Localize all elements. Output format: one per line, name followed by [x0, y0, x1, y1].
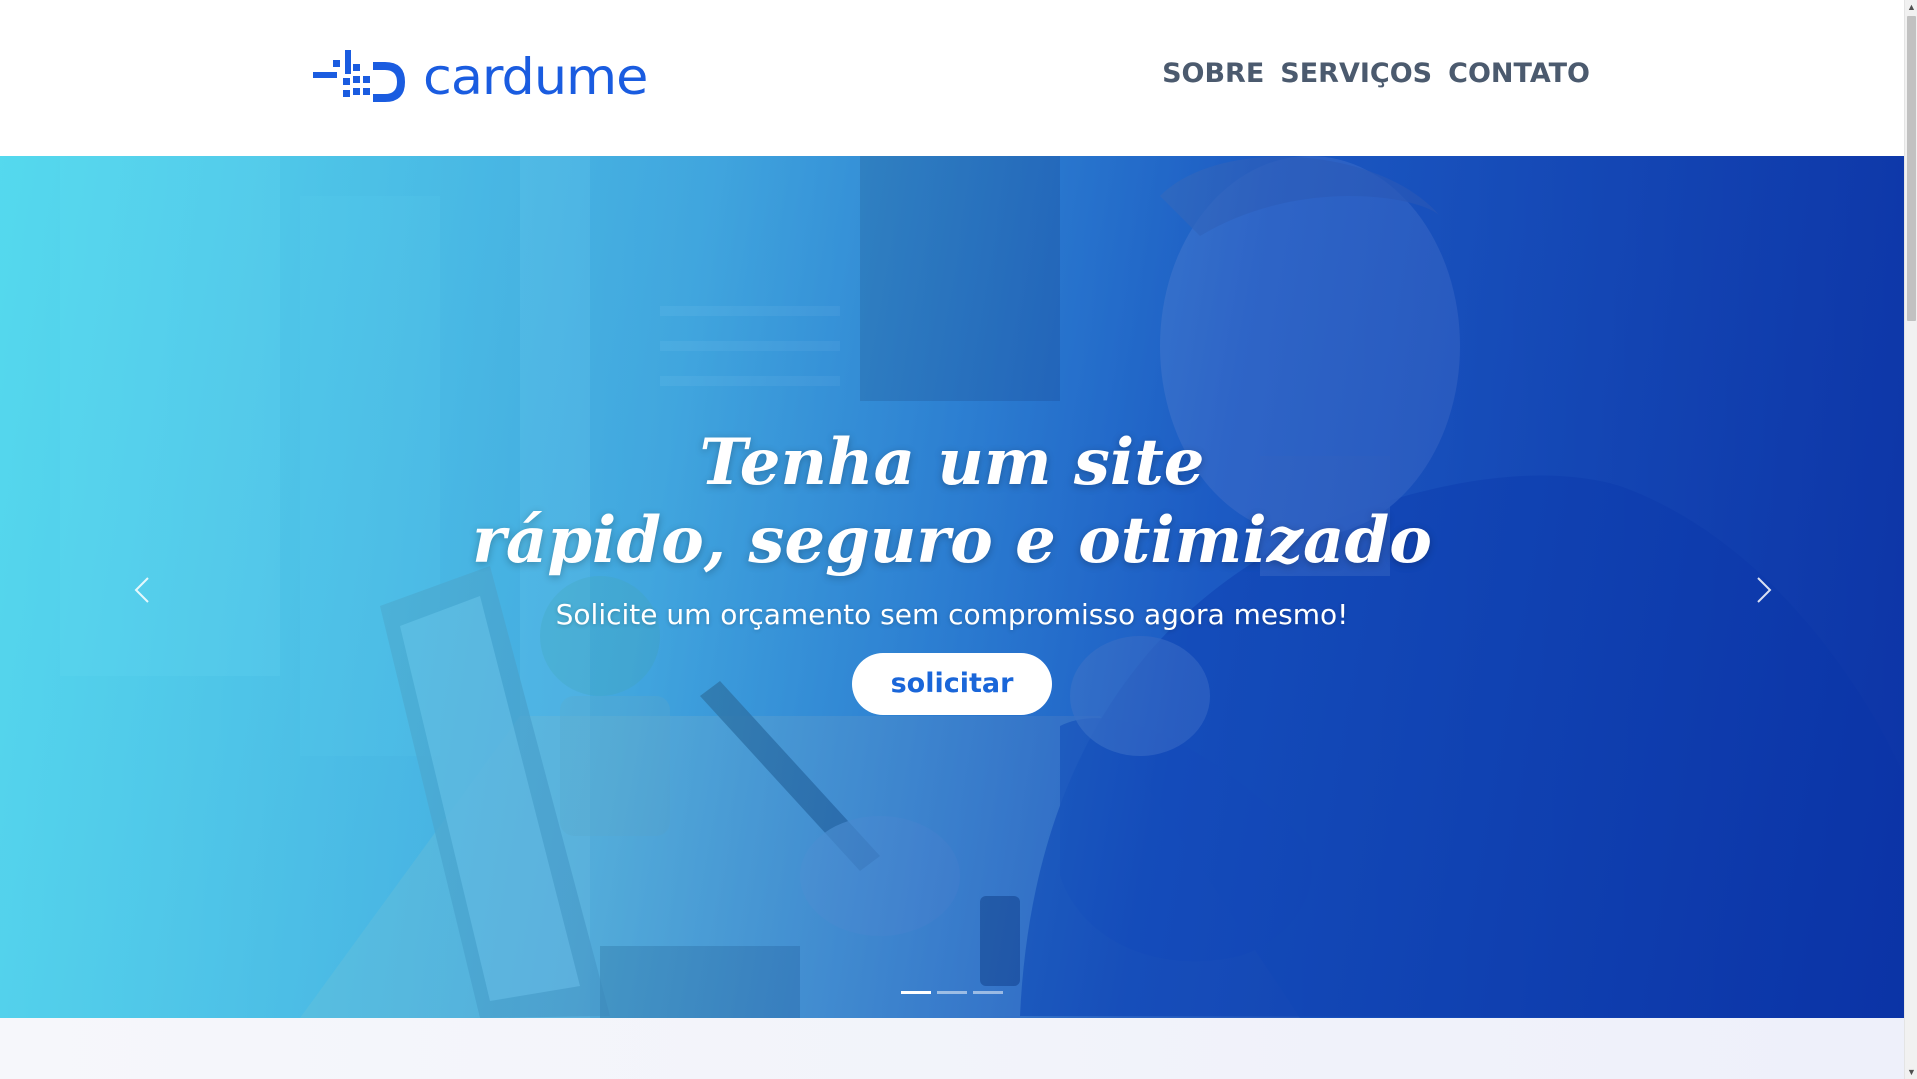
nav-item-contato[interactable]: CONTATO — [1448, 58, 1590, 89]
hero-title-line-2: rápido, seguro e otimizado — [472, 503, 1432, 578]
site-header: cardume SOBRE SERVIÇOS CONTATO — [0, 0, 1904, 156]
main-nav: SOBRE SERVIÇOS CONTATO — [1162, 58, 1590, 89]
hero-content: Tenha um site rápido, seguro e otimizado… — [0, 424, 1904, 715]
logo-link[interactable]: cardume — [313, 48, 648, 106]
cardume-logo-icon — [313, 50, 405, 102]
hero-title: Tenha um site rápido, seguro e otimizado — [0, 424, 1904, 580]
carousel-indicator-3[interactable] — [973, 991, 1003, 994]
carousel-indicator-1[interactable] — [901, 991, 931, 994]
logo-text: cardume — [423, 48, 648, 106]
hero-subtitle: Solicite um orçamento sem compromisso ag… — [555, 598, 1349, 631]
scrollbar-thumb[interactable] — [1907, 16, 1916, 321]
carousel-indicators — [0, 991, 1904, 994]
scroll-up-arrow-icon[interactable]: ▲ — [1905, 0, 1917, 14]
page: cardume SOBRE SERVIÇOS CONTATO Tenha um … — [0, 0, 1917, 1079]
scroll-down-arrow-icon[interactable]: ▼ — [1905, 1065, 1917, 1079]
hero-title-line-1: Tenha um site — [699, 425, 1205, 500]
hero-carousel: Tenha um site rápido, seguro e otimizado… — [0, 156, 1904, 1018]
carousel-prev-button[interactable] — [124, 570, 164, 610]
carousel-indicator-2[interactable] — [937, 991, 967, 994]
nav-item-sobre[interactable]: SOBRE — [1162, 58, 1264, 89]
carousel-next-button[interactable] — [1742, 570, 1782, 610]
nav-item-servicos[interactable]: SERVIÇOS — [1280, 58, 1432, 89]
next-section — [0, 1018, 1904, 1079]
page-scrollbar[interactable]: ▲ ▼ — [1904, 0, 1917, 1079]
chevron-left-icon — [134, 577, 149, 603]
solicitar-button[interactable]: solicitar — [852, 653, 1052, 715]
chevron-right-icon — [1757, 577, 1772, 603]
